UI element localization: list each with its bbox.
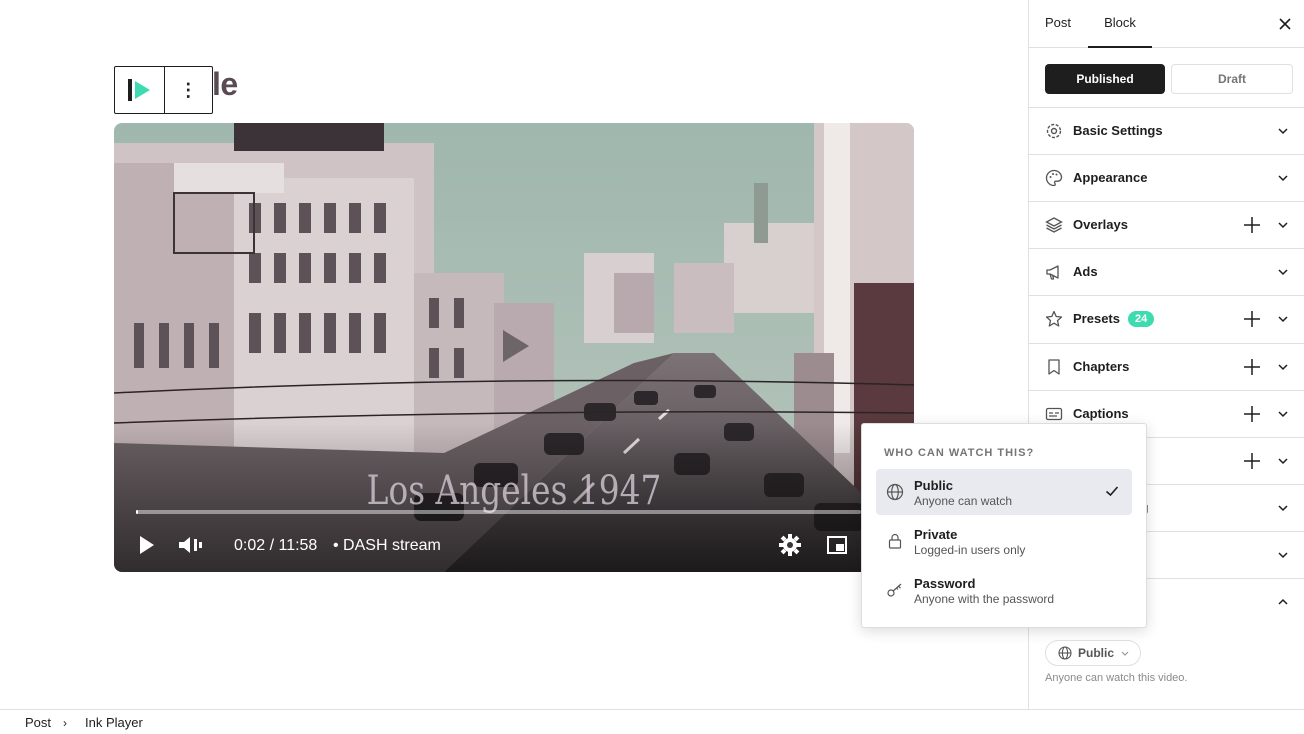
panel-presets[interactable]: Presets 24 [1029, 295, 1304, 343]
video-overlay-title: Los Angeles 1947 [366, 468, 662, 514]
breadcrumb-post[interactable]: Post [25, 715, 51, 730]
plus-icon[interactable] [1243, 216, 1261, 234]
mute-button[interactable] [178, 534, 204, 556]
option-desc: Anyone with the password [914, 592, 1055, 606]
breadcrumb-ink-player[interactable]: Ink Player [85, 715, 143, 730]
visibility-value: Public [1078, 646, 1115, 660]
block-toolbar: ⋮ [114, 66, 213, 114]
option-label: Private [914, 527, 958, 542]
stream-label: • DASH stream [333, 537, 441, 554]
megaphone-icon [1046, 265, 1059, 280]
sidebar-tabs: Post Block [1029, 0, 1304, 48]
block-type-button[interactable] [115, 67, 164, 113]
option-desc: Logged-in users only [914, 543, 1026, 557]
star-icon [1045, 310, 1063, 327]
chevron-down-icon [1278, 364, 1288, 371]
video-player[interactable]: Los Angeles 1947 0:02 / 11:58 • DASH str… [114, 123, 914, 572]
panel-label: Basic Settings [1073, 123, 1163, 138]
chevron-down-icon [1278, 269, 1288, 276]
option-desc: Anyone can watch [914, 494, 1013, 508]
checkmark-icon [1105, 486, 1119, 497]
play-button[interactable] [136, 534, 158, 556]
chevron-down-icon [1278, 411, 1288, 418]
editor-root: le ⋮ Los Angeles 1947 0:02 / 11:58 • DAS… [0, 0, 1304, 734]
breadcrumb: Post › Ink Player [0, 709, 1304, 734]
tab-block[interactable]: Block [1088, 0, 1152, 48]
popover-heading: WHO CAN WATCH THIS? [884, 447, 1035, 459]
chevron-down-icon [1278, 175, 1288, 182]
play-icon [140, 536, 154, 554]
settings-button[interactable] [779, 534, 801, 556]
chevron-up-icon [1278, 598, 1288, 605]
page-title[interactable]: le [212, 66, 238, 103]
tab-post[interactable]: Post [1045, 0, 1071, 48]
panel-chapters[interactable]: Chapters [1029, 343, 1304, 390]
bookmark-icon [1048, 359, 1060, 375]
ink-player-block-icon [128, 79, 151, 101]
panel-label: Chapters [1073, 359, 1130, 374]
panel-appearance[interactable]: Appearance [1029, 154, 1304, 201]
panel-label: Captions [1073, 406, 1129, 421]
chevron-down-icon [1278, 128, 1288, 135]
chevron-down-icon [1278, 552, 1288, 559]
panel-label: Appearance [1073, 170, 1148, 185]
settings-icon [779, 534, 801, 556]
presets-count-badge: 24 [1127, 311, 1155, 327]
globe-icon [1058, 646, 1072, 660]
visibility-help-text: Anyone can watch this video. [1045, 672, 1188, 684]
layers-icon [1045, 217, 1063, 233]
video-controls: 0:02 / 11:58 • DASH stream [114, 525, 914, 565]
close-icon [1279, 18, 1291, 30]
status-toggle: Published Draft [1045, 64, 1293, 94]
progress-fill [136, 510, 139, 514]
panel-ads[interactable]: Ads [1029, 248, 1304, 295]
more-vertical-icon: ⋮ [179, 80, 198, 100]
visibility-popover: WHO CAN WATCH THIS? Public Anyone can wa… [861, 423, 1147, 628]
option-password[interactable]: Password Anyone with the password [876, 567, 1132, 613]
lock-icon [888, 533, 902, 549]
breadcrumb-separator: › [63, 716, 67, 730]
block-options-button[interactable]: ⋮ [163, 67, 213, 113]
plus-icon[interactable] [1243, 452, 1261, 470]
close-sidebar-button[interactable] [1275, 14, 1295, 34]
chevron-down-icon [1278, 316, 1288, 323]
gear-icon [1046, 123, 1062, 139]
option-public[interactable]: Public Anyone can watch [876, 469, 1132, 515]
published-button[interactable]: Published [1045, 64, 1165, 94]
chevron-down-icon [1121, 651, 1129, 656]
picture-in-picture-icon [827, 536, 847, 554]
progress-bar[interactable] [136, 510, 861, 514]
panel-label: Presets 24 [1073, 311, 1155, 327]
chevron-down-icon [1278, 222, 1288, 229]
panel-basic-settings[interactable]: Basic Settings [1029, 107, 1304, 154]
time-display: 0:02 / 11:58 [234, 537, 318, 554]
option-private[interactable]: Private Logged-in users only [876, 518, 1132, 564]
panel-label: Ads [1073, 264, 1098, 279]
chevron-down-icon [1278, 458, 1288, 465]
visibility-dropdown[interactable]: Public [1045, 640, 1142, 666]
pip-button[interactable] [826, 535, 848, 555]
chevron-down-icon [1278, 505, 1288, 512]
volume-icon [179, 537, 202, 553]
option-label: Public [914, 478, 954, 493]
captions-icon [1045, 407, 1063, 421]
presets-label: Presets [1073, 311, 1120, 326]
plus-icon[interactable] [1243, 405, 1261, 423]
panel-label: Overlays [1073, 217, 1128, 232]
panel-overlays[interactable]: Overlays [1029, 201, 1304, 248]
key-icon [887, 583, 902, 597]
palette-icon [1045, 169, 1063, 187]
globe-icon [886, 483, 904, 501]
option-label: Password [914, 576, 976, 591]
plus-icon[interactable] [1243, 310, 1261, 328]
center-play-icon[interactable] [501, 328, 531, 364]
plus-icon[interactable] [1243, 358, 1261, 376]
draft-button[interactable]: Draft [1171, 64, 1293, 94]
